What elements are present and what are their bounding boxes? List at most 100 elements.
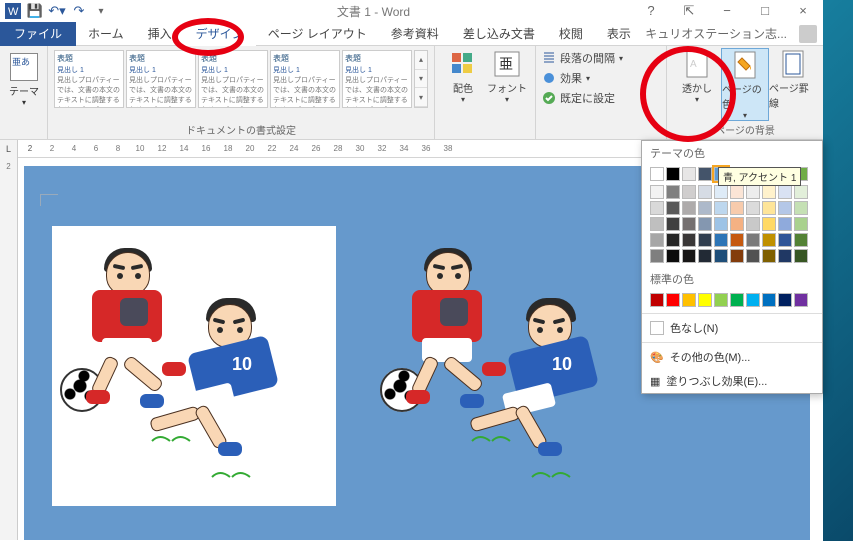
- tab-home[interactable]: ホーム: [76, 22, 136, 46]
- color-swatch[interactable]: [746, 201, 760, 215]
- color-swatch[interactable]: [794, 185, 808, 199]
- ribbon-display-options-icon[interactable]: ⇱: [675, 3, 703, 19]
- color-swatch[interactable]: [794, 201, 808, 215]
- color-swatch[interactable]: [666, 233, 680, 247]
- more-icon[interactable]: ▾: [415, 88, 427, 107]
- color-swatch[interactable]: [666, 293, 680, 307]
- color-swatch[interactable]: [714, 249, 728, 263]
- soccer-illustration[interactable]: 1 10: [380, 238, 640, 478]
- color-swatch[interactable]: [762, 201, 776, 215]
- color-swatch[interactable]: [746, 217, 760, 231]
- tab-design[interactable]: デザイン: [184, 22, 256, 46]
- color-swatch[interactable]: [714, 233, 728, 247]
- save-icon[interactable]: 💾: [26, 2, 44, 20]
- tab-insert[interactable]: 挿入: [136, 22, 184, 46]
- color-swatch[interactable]: [682, 167, 696, 181]
- no-color-item[interactable]: 色なし(N): [642, 316, 822, 340]
- qat-customize-icon[interactable]: ▾: [92, 2, 110, 20]
- color-swatch[interactable]: [666, 201, 680, 215]
- color-swatch[interactable]: [650, 249, 664, 263]
- color-swatch[interactable]: [778, 217, 792, 231]
- tab-references[interactable]: 参考資料: [379, 22, 451, 46]
- color-swatch[interactable]: [730, 249, 744, 263]
- maximize-button[interactable]: □: [751, 3, 779, 19]
- color-swatch[interactable]: [698, 217, 712, 231]
- color-swatch[interactable]: [650, 217, 664, 231]
- color-swatch[interactable]: [682, 293, 696, 307]
- ribbon-help-icon[interactable]: ?: [637, 3, 665, 19]
- soccer-illustration[interactable]: 1 10: [60, 238, 320, 478]
- color-swatch[interactable]: [730, 293, 744, 307]
- format-item[interactable]: 表題見出し 1見出しプロパティーでは、文書の本文のテキストに調整するためのプロパ…: [126, 50, 196, 108]
- color-swatch[interactable]: [698, 293, 712, 307]
- color-swatch[interactable]: [794, 293, 808, 307]
- color-swatch[interactable]: [746, 185, 760, 199]
- color-swatch[interactable]: [794, 217, 808, 231]
- format-item[interactable]: 表題見出し 1見出しプロパティーでは、文書の本文のテキストに調整するためのプロパ…: [198, 50, 268, 108]
- color-swatch[interactable]: [778, 233, 792, 247]
- color-swatch[interactable]: [682, 185, 696, 199]
- page-color-picker[interactable]: テーマの色 標準の色 色なし(N) 🎨その他の色(M)... ▦塗りつぶし効果(…: [641, 140, 823, 394]
- color-swatch[interactable]: [698, 185, 712, 199]
- color-swatch[interactable]: [650, 233, 664, 247]
- gallery-scroll[interactable]: ▴▾▾: [414, 50, 428, 108]
- color-swatch[interactable]: [682, 217, 696, 231]
- set-default-button[interactable]: 既定に設定: [542, 88, 660, 108]
- user-avatar-icon[interactable]: [799, 25, 817, 43]
- color-swatch[interactable]: [794, 233, 808, 247]
- color-swatch[interactable]: [650, 167, 664, 181]
- tab-view[interactable]: 表示: [595, 22, 643, 46]
- color-swatch[interactable]: [666, 167, 680, 181]
- tab-review[interactable]: 校閲: [547, 22, 595, 46]
- chevron-down-icon[interactable]: ▾: [415, 70, 427, 89]
- format-item[interactable]: 表題見出し 1見出しプロパティーでは、文書の本文のテキストに調整するためのプロパ…: [54, 50, 124, 108]
- document-formatting-gallery[interactable]: 表題見出し 1見出しプロパティーでは、文書の本文のテキストに調整するためのプロパ…: [54, 48, 428, 112]
- undo-icon[interactable]: ↶▾: [48, 2, 66, 20]
- tab-file[interactable]: ファイル: [0, 22, 76, 46]
- color-swatch[interactable]: [666, 185, 680, 199]
- color-swatch[interactable]: [698, 233, 712, 247]
- color-swatch[interactable]: [778, 249, 792, 263]
- color-swatch[interactable]: [730, 185, 744, 199]
- account-label[interactable]: キュリオステーション志...: [645, 25, 793, 42]
- color-swatch[interactable]: [682, 233, 696, 247]
- color-swatch[interactable]: [746, 249, 760, 263]
- close-button[interactable]: ×: [789, 3, 817, 19]
- redo-icon[interactable]: ↷: [70, 2, 88, 20]
- color-swatch[interactable]: [778, 293, 792, 307]
- color-swatch[interactable]: [682, 249, 696, 263]
- color-swatch[interactable]: [746, 233, 760, 247]
- fill-effects-item[interactable]: ▦塗りつぶし効果(E)...: [642, 369, 822, 393]
- color-swatch[interactable]: [682, 201, 696, 215]
- themes-button[interactable]: テーマ ▾: [6, 48, 42, 112]
- vertical-ruler[interactable]: 2: [0, 158, 18, 540]
- color-swatch[interactable]: [746, 293, 760, 307]
- color-swatch[interactable]: [762, 293, 776, 307]
- color-swatch[interactable]: [730, 201, 744, 215]
- tab-page-layout[interactable]: ページ レイアウト: [256, 22, 379, 46]
- color-swatch[interactable]: [762, 249, 776, 263]
- color-swatch[interactable]: [698, 167, 712, 181]
- color-swatch[interactable]: [650, 201, 664, 215]
- color-swatch[interactable]: [762, 185, 776, 199]
- color-swatch[interactable]: [714, 185, 728, 199]
- color-swatch[interactable]: [762, 233, 776, 247]
- format-item[interactable]: 表題見出し 1見出しプロパティーでは、文書の本文のテキストに調整するためのプロパ…: [342, 50, 412, 108]
- format-item[interactable]: 表題見出し 1見出しプロパティーでは、文書の本文のテキストに調整するためのプロパ…: [270, 50, 340, 108]
- fonts-button[interactable]: 亜 フォント▾: [485, 48, 529, 104]
- color-swatch[interactable]: [778, 185, 792, 199]
- page-color-button[interactable]: ページの色▾: [721, 48, 769, 121]
- color-swatch[interactable]: [698, 249, 712, 263]
- color-swatch[interactable]: [650, 293, 664, 307]
- color-swatch[interactable]: [730, 233, 744, 247]
- color-swatch[interactable]: [650, 185, 664, 199]
- color-swatch[interactable]: [666, 249, 680, 263]
- watermark-button[interactable]: A 透かし▾: [673, 48, 721, 121]
- minimize-button[interactable]: −: [713, 3, 741, 19]
- effects-button[interactable]: 効果 ▾: [542, 68, 660, 88]
- color-swatch[interactable]: [714, 293, 728, 307]
- paragraph-spacing-button[interactable]: 段落の間隔 ▾: [542, 48, 660, 68]
- chevron-up-icon[interactable]: ▴: [415, 51, 427, 70]
- color-swatch[interactable]: [730, 217, 744, 231]
- colors-button[interactable]: 配色▾: [441, 48, 485, 104]
